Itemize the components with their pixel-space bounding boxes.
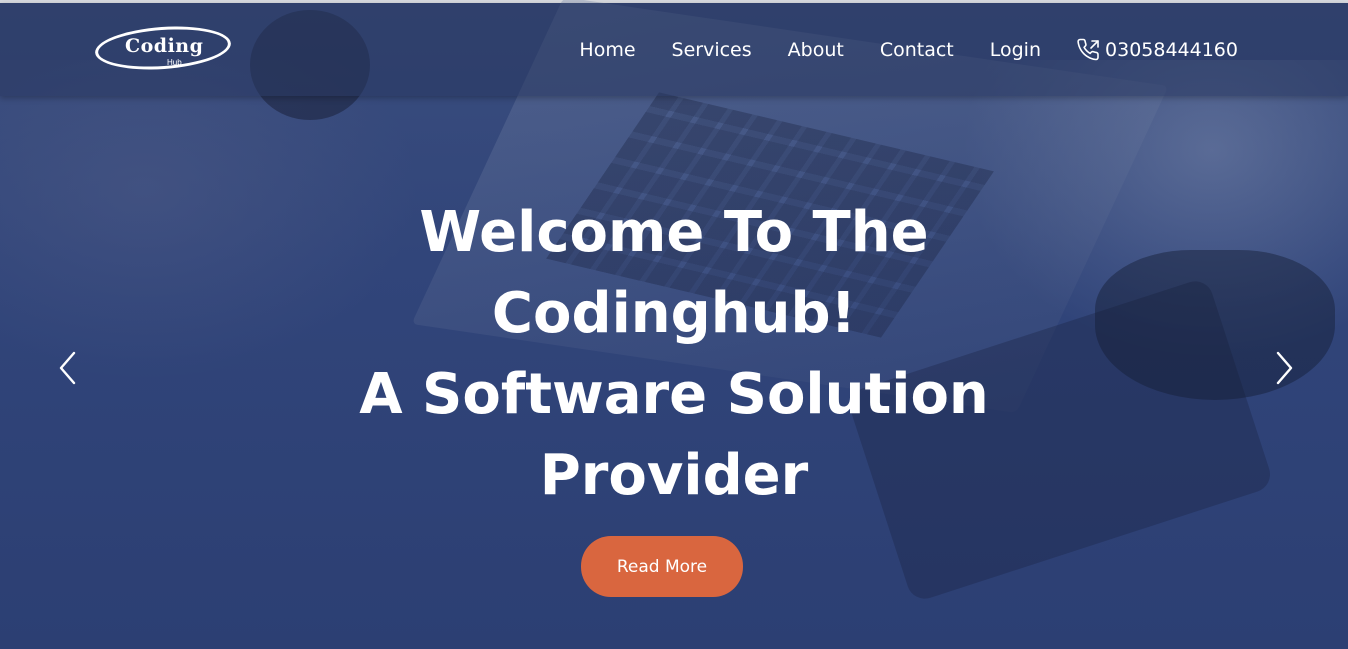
headline-line: Codinghub!	[491, 281, 857, 346]
logo[interactable]: Coding Hub	[93, 22, 235, 74]
navbar: Coding Hub Home Services About Contact L…	[0, 3, 1348, 96]
nav-menu: Home Services About Contact Login 030584…	[543, 3, 1238, 96]
headline-line: Provider	[539, 443, 809, 508]
nav-about[interactable]: About	[788, 39, 844, 61]
phone-call-icon	[1077, 38, 1099, 60]
nav-home[interactable]: Home	[579, 39, 635, 61]
read-more-button[interactable]: Read More	[581, 536, 743, 597]
phone-number: 03058444160	[1105, 38, 1238, 61]
logo-subtext: Hub	[167, 58, 182, 67]
headline-line: Welcome To The	[419, 200, 929, 265]
hero-headline: Welcome To The Codinghub! A Software Sol…	[0, 192, 1348, 516]
nav-services[interactable]: Services	[672, 39, 752, 61]
nav-contact[interactable]: Contact	[880, 39, 954, 61]
phone-link[interactable]: 03058444160	[1077, 38, 1238, 62]
logo-text: Coding	[125, 35, 204, 57]
nav-login[interactable]: Login	[990, 39, 1041, 61]
headline-line: A Software Solution	[359, 362, 989, 427]
hero-carousel: Coding Hub Home Services About Contact L…	[0, 0, 1348, 649]
